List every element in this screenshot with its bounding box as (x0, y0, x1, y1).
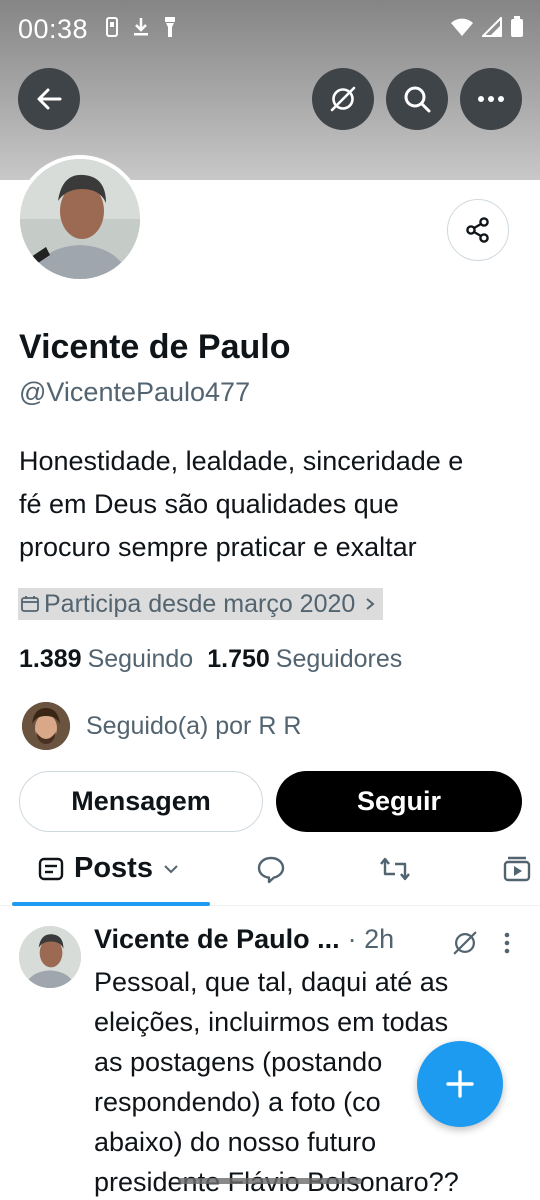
more-icon (478, 96, 504, 102)
profile-bio: Honestidade, lealdade, sinceridade e fé … (19, 440, 519, 569)
share-profile-button[interactable] (447, 199, 509, 261)
reposts-icon (380, 857, 410, 881)
post-header: Vicente de Paulo ... · 2h (94, 924, 394, 955)
post-text-line: Pessoal, que tal, daqui até as (94, 967, 449, 997)
compose-plus-icon (446, 1070, 474, 1098)
message-button[interactable]: Mensagem (19, 771, 263, 832)
post-author-avatar[interactable] (19, 926, 81, 988)
calendar-icon (21, 596, 39, 612)
followed-by[interactable]: Seguido(a) por R R (22, 702, 301, 750)
post-author-name[interactable]: Vicente de Paulo ... (94, 924, 340, 955)
profile-avatar[interactable] (16, 155, 144, 283)
back-button[interactable] (18, 68, 80, 130)
post-more-button[interactable] (503, 932, 511, 959)
profile-name: Vicente de Paulo (19, 328, 291, 366)
post-author-photo (19, 926, 81, 988)
profile-handle: @VicentePaulo477 (19, 377, 251, 407)
followers-count[interactable]: 1.750 (207, 645, 270, 674)
tab-posts[interactable]: Posts (38, 852, 179, 885)
chevron-down-icon (164, 864, 178, 873)
tab-posts-label: Posts (74, 852, 153, 884)
wifi-icon (451, 18, 473, 36)
follower-avatar (22, 702, 70, 750)
share-icon (466, 217, 489, 243)
battery-icon (511, 16, 523, 37)
status-bar: 00:38 (0, 0, 540, 60)
followed-by-text: Seguido(a) por R R (86, 711, 302, 740)
active-tab-indicator (12, 902, 210, 906)
compose-button[interactable] (417, 1041, 503, 1127)
bio-line: Honestidade, lealdade, sinceridade e (19, 446, 464, 476)
status-time: 00:38 (18, 14, 89, 44)
status-system-icons (450, 16, 524, 38)
gesture-bar[interactable] (178, 1178, 362, 1184)
post-text-line: abaixo) do nosso futuro (94, 1127, 377, 1157)
search-button[interactable] (386, 68, 448, 130)
bio-line: fé em Deus são qualidades que (19, 489, 399, 519)
media-icon (503, 856, 531, 882)
chevron-right-icon (366, 598, 375, 610)
grok-icon (453, 931, 477, 955)
profile-photo (20, 159, 140, 279)
flashlight-icon (165, 17, 175, 37)
back-arrow-icon (37, 88, 62, 110)
follow-button[interactable]: Seguir (276, 771, 522, 832)
vertical-more-icon (504, 932, 510, 954)
signal-icon (482, 17, 502, 37)
bio-line: procuro sempre praticar e exaltar (19, 532, 417, 562)
joined-date[interactable]: Participa desde março 2020 (18, 588, 384, 620)
profile-tabs: Posts (0, 838, 540, 906)
tab-reposts[interactable] (379, 854, 411, 889)
joined-label: Participa desde março 2020 (44, 589, 356, 618)
following-label[interactable]: Seguindo (88, 645, 194, 674)
search-icon (404, 86, 431, 113)
follow-stats: 1.389 Seguindo 1.750 Seguidores (19, 645, 416, 674)
followers-label[interactable]: Seguidores (276, 645, 402, 674)
status-notification-icons (106, 16, 176, 38)
grok-button[interactable] (312, 68, 374, 130)
phone-notification-icon (106, 17, 118, 37)
following-count[interactable]: 1.389 (19, 645, 82, 674)
post-grok-button[interactable] (451, 929, 479, 962)
more-options-button[interactable] (460, 68, 522, 130)
tab-media[interactable] (502, 854, 532, 889)
tab-replies[interactable] (256, 854, 286, 889)
post-text-line: eleições, incluirmos em todas (94, 1007, 449, 1037)
posts-tab-icon (38, 857, 64, 880)
post-time[interactable]: · 2h (348, 924, 395, 955)
download-icon (134, 18, 148, 36)
grok-icon (330, 86, 356, 112)
replies-icon (257, 856, 285, 884)
